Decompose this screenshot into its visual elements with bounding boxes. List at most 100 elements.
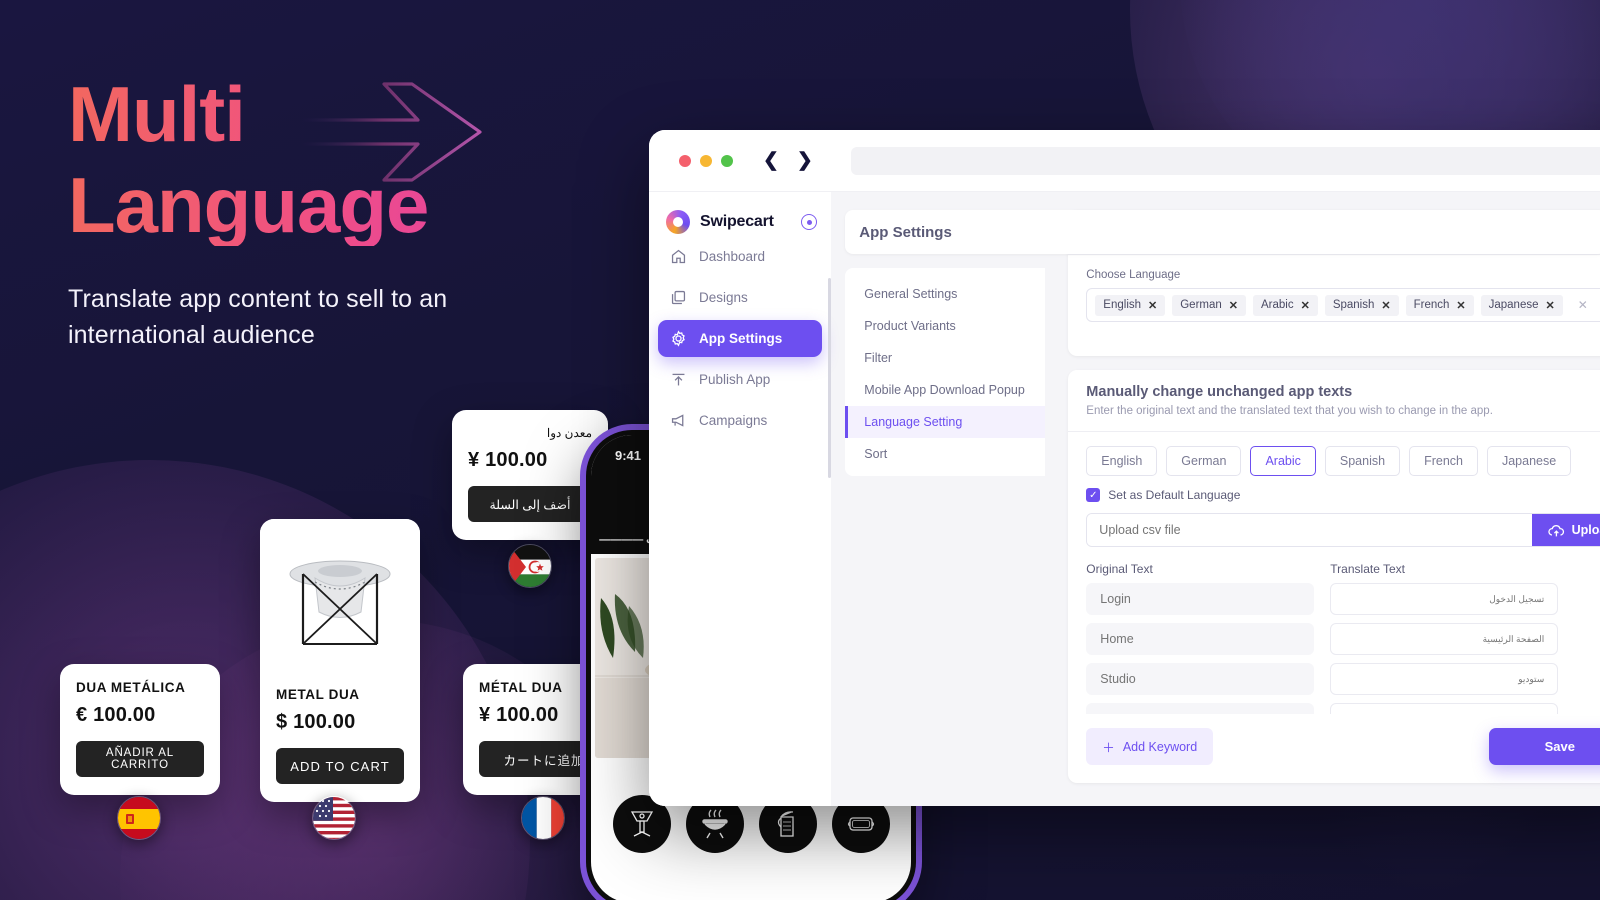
product-image (260, 519, 420, 671)
language-chip-french[interactable]: French ✕ (1405, 294, 1474, 316)
add-to-cart-button[interactable]: أضف إلى السلة (468, 486, 592, 522)
browser-nav-arrows[interactable]: ❮ ❯ (763, 149, 813, 172)
language-chip-japanese[interactable]: Japanese ✕ (1480, 294, 1563, 316)
cloud-upload-icon (1547, 524, 1564, 536)
submenu-item-sort[interactable]: Sort (845, 438, 1045, 470)
clear-x-icon[interactable]: ✕ (1570, 298, 1596, 312)
language-chip-spanish[interactable]: Spanish ✕ (1324, 294, 1399, 316)
hero-headline-line-2: Language (68, 164, 538, 246)
product-price: $ 100.00 (276, 711, 356, 733)
table-row[interactable] (1086, 583, 1600, 615)
product-card-english[interactable]: METAL DUA $ 100.00 ADD TO CART (260, 519, 420, 802)
submenu-item-language-setting[interactable]: Language Setting (845, 406, 1046, 438)
browser-title-bar: ❮ ❯ (649, 130, 1600, 192)
lang-tab-french[interactable]: French (1409, 446, 1478, 476)
sidebar-item-app-settings[interactable]: App Settings (658, 320, 823, 357)
metal-table-illustration-icon (289, 560, 391, 645)
col-original-text: Original Text (1086, 562, 1153, 576)
lang-tab-english[interactable]: English (1086, 446, 1158, 476)
gear-icon (672, 330, 685, 347)
chip-remove-icon[interactable]: ✕ (1229, 299, 1238, 312)
window-traffic-lights[interactable] (679, 154, 733, 167)
table-row[interactable] (1086, 623, 1600, 655)
language-chip-arabic[interactable]: Arabic ✕ (1253, 294, 1318, 316)
sidebar-item-campaigns[interactable]: Campaigns (658, 402, 822, 439)
sidebar-item-publish-app[interactable]: Publish App (658, 361, 822, 398)
sidebar: Swipecart Dashboard Designs App Settings… (649, 192, 832, 806)
original-text-input[interactable] (1086, 623, 1315, 655)
sidebar-item-designs[interactable]: Designs (658, 279, 822, 316)
upload-csv-input[interactable] (1087, 514, 1532, 546)
language-multiselect[interactable]: English ✕ German ✕ Arabic ✕ Spanish ✕ French… (1086, 288, 1600, 322)
sidebar-brand-row[interactable]: Swipecart (649, 202, 831, 234)
table-row[interactable] (1086, 703, 1600, 714)
original-text-input[interactable] (1086, 663, 1315, 695)
translate-text-input[interactable] (1330, 703, 1559, 714)
lang-tab-arabic[interactable]: Arabic (1250, 446, 1316, 476)
language-chip-german[interactable]: German ✕ (1172, 294, 1246, 316)
browser-url-bar[interactable] (850, 146, 1600, 175)
target-gear-icon[interactable] (801, 214, 818, 230)
upload-arrow-icon (672, 373, 685, 386)
default-language-checkbox[interactable]: ✓ (1086, 488, 1101, 502)
translate-text-input[interactable] (1330, 623, 1559, 655)
chip-label: Arabic (1261, 299, 1294, 311)
minimize-window-button[interactable] (700, 154, 712, 167)
add-to-cart-button[interactable]: AÑADIR AL CARRITO (76, 741, 204, 777)
settings-submenu[interactable]: General Settings Product Variants Filter… (845, 268, 1046, 476)
sidebar-item-dashboard[interactable]: Dashboard (658, 238, 822, 275)
status-time: 9:41 (615, 447, 642, 463)
chip-remove-icon[interactable]: ✕ (1301, 299, 1310, 312)
product-card-spanish[interactable]: DUA METÁLICA € 100.00 AÑADIR AL CARRITO (60, 664, 220, 795)
sidebar-item-label: Publish App (699, 372, 771, 387)
product-card-arabic[interactable]: معدن دوا ¥ 100.00 أضف إلى السلة (452, 410, 608, 540)
upload-button[interactable]: Upload (1531, 514, 1600, 546)
translate-text-input[interactable] (1330, 663, 1559, 695)
chip-remove-icon[interactable]: ✕ (1148, 299, 1157, 312)
home-icon (671, 249, 686, 264)
language-chip-english[interactable]: English ✕ (1095, 294, 1166, 316)
submenu-item-product-variants[interactable]: Product Variants (845, 310, 1045, 342)
france-flag-icon (521, 796, 565, 840)
table-row[interactable] (1086, 663, 1600, 695)
lang-tab-german[interactable]: German (1166, 446, 1242, 476)
chevron-right-icon[interactable]: ❯ (797, 149, 813, 172)
submenu-item-mobile-app-download-popup[interactable]: Mobile App Download Popup (845, 374, 1045, 406)
chip-label: Spanish (1332, 299, 1375, 311)
default-language-label: Set as Default Language (1108, 488, 1241, 502)
settings-submenu-column: App Settings General Settings Product Va… (831, 192, 1600, 806)
add-to-cart-button[interactable]: ADD TO CART (276, 748, 404, 784)
sidebar-scrollbar[interactable] (828, 278, 832, 478)
chip-remove-icon[interactable]: ✕ (1456, 299, 1465, 312)
submenu-item-general-settings[interactable]: General Settings (845, 278, 1045, 310)
hero-text-block: Multi Language Translate app content to … (68, 73, 538, 353)
translation-table-header: Original Text Translate Text (1086, 562, 1600, 576)
chip-remove-icon[interactable]: ✕ (1546, 299, 1555, 312)
close-window-button[interactable] (679, 154, 691, 167)
translate-text-input[interactable] (1330, 583, 1559, 615)
add-keyword-label: Add Keyword (1122, 739, 1198, 754)
product-price: ¥ 100.00 (468, 449, 548, 471)
default-language-row[interactable]: ✓ Set as Default Language (1086, 488, 1600, 502)
original-text-input[interactable] (1086, 583, 1315, 615)
language-tab-group[interactable]: English German Arabic Spanish French Jap… (1086, 446, 1600, 476)
chip-label: German (1180, 299, 1222, 311)
original-text-input[interactable] (1086, 703, 1315, 714)
submenu-item-filter[interactable]: Filter (845, 342, 1045, 374)
lang-tab-spanish[interactable]: Spanish (1324, 446, 1401, 476)
layers-icon (671, 290, 686, 305)
maximize-window-button[interactable] (721, 154, 733, 167)
dashboard-body: Swipecart Dashboard Designs App Settings… (649, 192, 1600, 806)
dashboard-window: ❮ ❯ Swipecart Dashboard Designs App Sett… (649, 130, 1600, 806)
chip-remove-icon[interactable]: ✕ (1381, 299, 1390, 312)
swipecart-ring-logo-icon (666, 210, 690, 234)
chevron-left-icon[interactable]: ❮ (763, 149, 779, 172)
usa-flag-icon (312, 796, 356, 840)
add-keyword-button[interactable]: ＋ Add Keyword (1086, 728, 1214, 765)
csv-upload-row[interactable]: Upload (1086, 513, 1600, 547)
manual-texts-card: Manually change unchanged app texts Ente… (1068, 370, 1600, 783)
lang-tab-japanese[interactable]: Japanese (1486, 446, 1572, 476)
save-button[interactable]: Save (1488, 728, 1600, 765)
hero-headline-line-1: Multi (68, 73, 538, 155)
product-title: معدن دوا (546, 426, 592, 440)
